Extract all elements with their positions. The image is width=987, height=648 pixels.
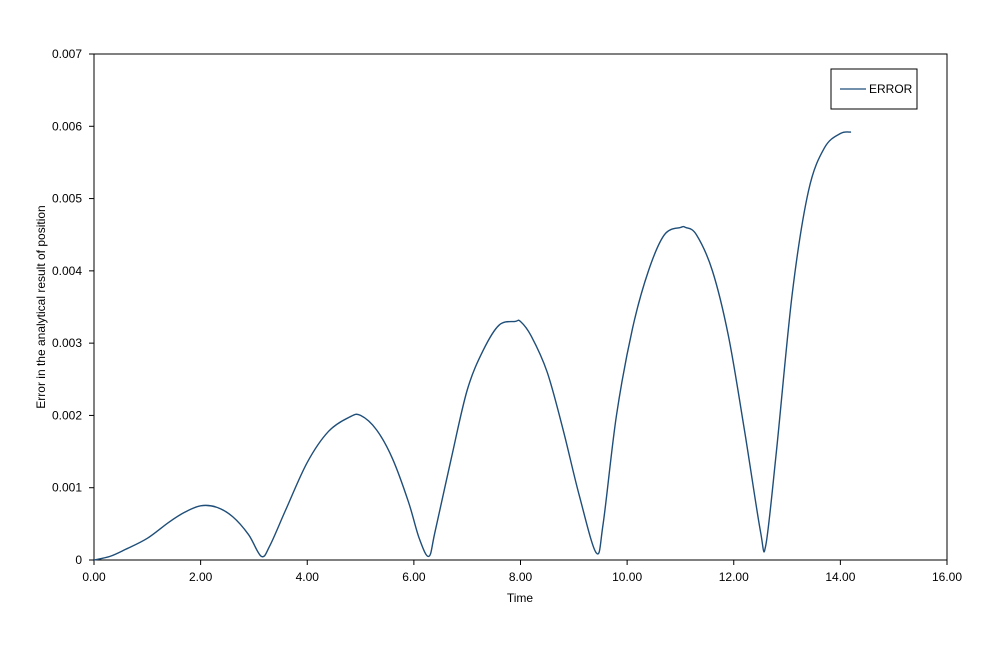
y-axis-title: Error in the analytical result of positi… (34, 205, 48, 408)
y-tick-label: 0.003 (52, 336, 82, 350)
x-axis-ticks: 0.00 2.00 4.00 6.00 8.00 10.00 12.00 14.00 16.00 (82, 560, 962, 584)
x-tick-label: 4.00 (296, 570, 320, 584)
y-tick-label: 0.007 (52, 47, 82, 61)
x-tick-label: 8.00 (509, 570, 533, 584)
x-tick-label: 16.00 (932, 570, 962, 584)
legend-label: ERROR (869, 82, 913, 96)
y-tick-label: 0.002 (52, 408, 82, 422)
x-tick-label: 14.00 (825, 570, 855, 584)
x-tick-label: 12.00 (719, 570, 749, 584)
y-tick-label: 0.004 (52, 264, 82, 278)
plot-area (93, 53, 948, 561)
y-axis-ticks: 0 0.001 0.002 0.003 0.004 0.005 0.006 0.007 (52, 47, 94, 567)
y-tick-label: 0.005 (52, 192, 82, 206)
y-tick-label: 0.001 (52, 481, 82, 495)
x-axis-title: Time (507, 591, 534, 605)
x-tick-label: 0.00 (82, 570, 106, 584)
error-line-chart: 0.00 2.00 4.00 6.00 8.00 10.00 12.00 14.00 16.00… (34, 47, 962, 605)
legend: ERROR (830, 68, 918, 110)
y-tick-label: 0 (75, 553, 82, 567)
x-tick-label: 2.00 (189, 570, 213, 584)
y-tick-label: 0.006 (52, 119, 82, 133)
x-tick-label: 10.00 (612, 570, 642, 584)
x-tick-label: 6.00 (402, 570, 426, 584)
